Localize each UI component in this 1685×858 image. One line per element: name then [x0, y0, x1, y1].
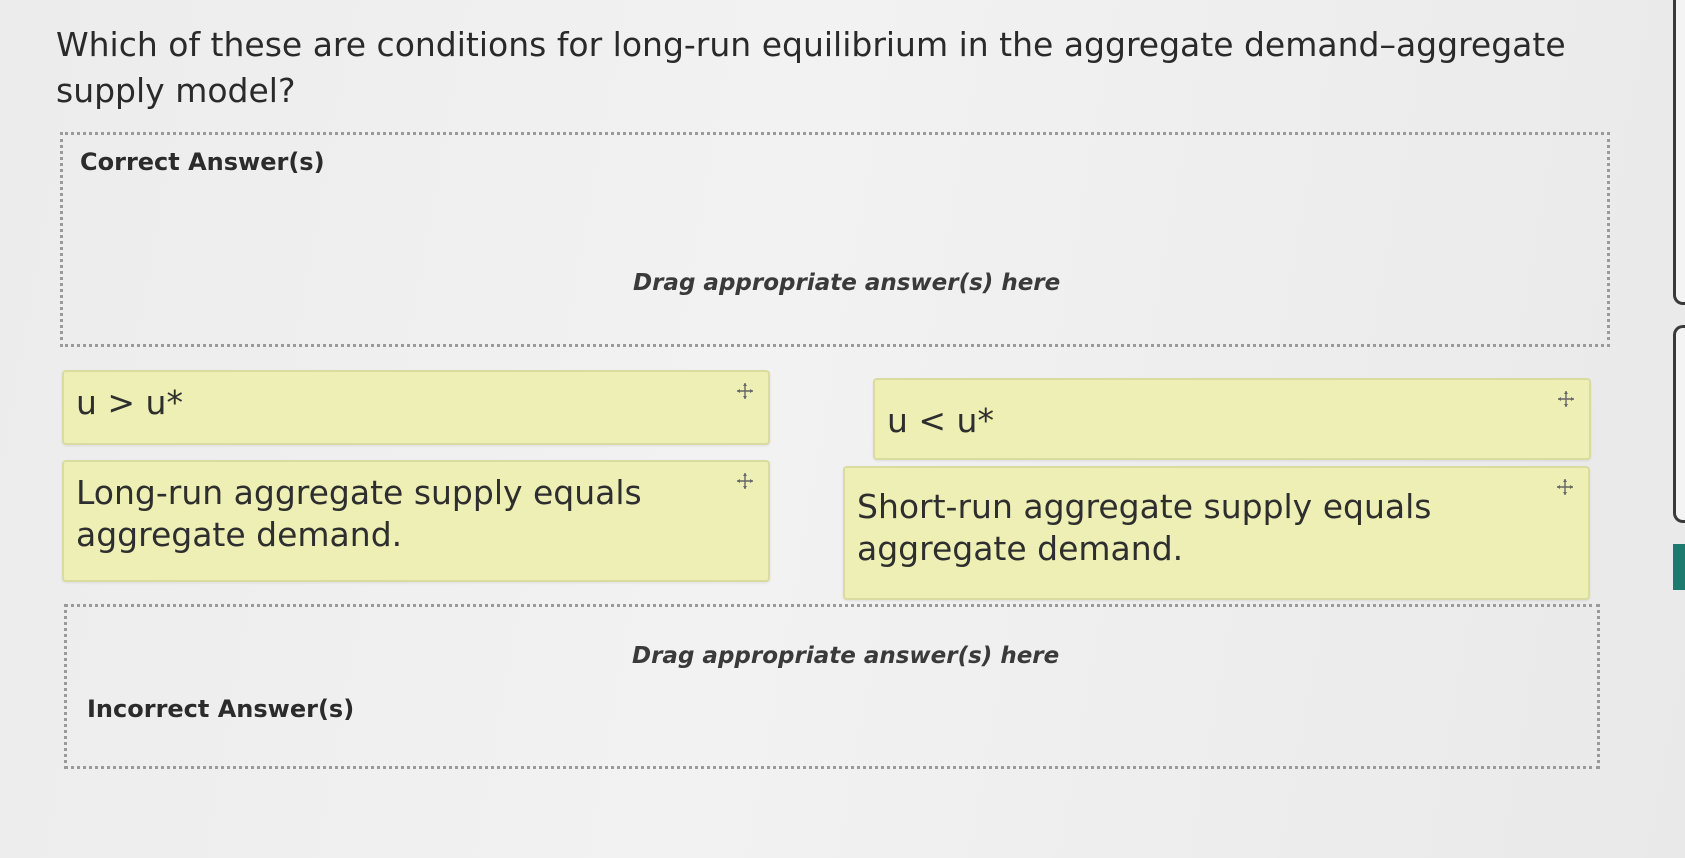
incorrect-drop-hint: Drag appropriate answer(s) here — [632, 643, 1060, 669]
move-icon[interactable] — [736, 472, 754, 490]
answer-tile-short-run[interactable]: Short-run aggregate supply equals aggreg… — [843, 466, 1590, 600]
answer-tile-u-less[interactable]: u < u* — [873, 378, 1591, 460]
incorrect-answers-dropzone[interactable]: Drag appropriate answer(s) here Incorrec… — [64, 604, 1600, 769]
question-text: Which of these are conditions for long-r… — [56, 25, 1566, 110]
question-page: Which of these are conditions for long-r… — [0, 0, 1685, 858]
incorrect-answers-title: Incorrect Answer(s) — [87, 695, 355, 723]
side-accent-tab[interactable] — [1673, 544, 1685, 590]
correct-drop-hint: Drag appropriate answer(s) here — [633, 270, 1061, 296]
move-icon[interactable] — [1557, 390, 1575, 408]
answer-tile-label: u > u* — [76, 383, 183, 422]
move-icon[interactable] — [736, 382, 754, 400]
side-panel-edge — [1673, 325, 1685, 523]
answer-tile-label: u < u* — [887, 401, 994, 440]
side-panel-edge — [1673, 0, 1685, 305]
answer-tile-u-greater[interactable]: u > u* — [62, 370, 770, 445]
correct-answers-dropzone[interactable]: Correct Answer(s) Drag appropriate answe… — [60, 132, 1610, 347]
answer-tile-label: Short-run aggregate supply equals aggreg… — [857, 487, 1432, 568]
correct-answers-title: Correct Answer(s) — [80, 148, 325, 176]
move-icon[interactable] — [1556, 478, 1574, 496]
answer-tile-long-run[interactable]: Long-run aggregate supply equals aggrega… — [62, 460, 770, 582]
answer-tile-label: Long-run aggregate supply equals aggrega… — [76, 473, 642, 554]
